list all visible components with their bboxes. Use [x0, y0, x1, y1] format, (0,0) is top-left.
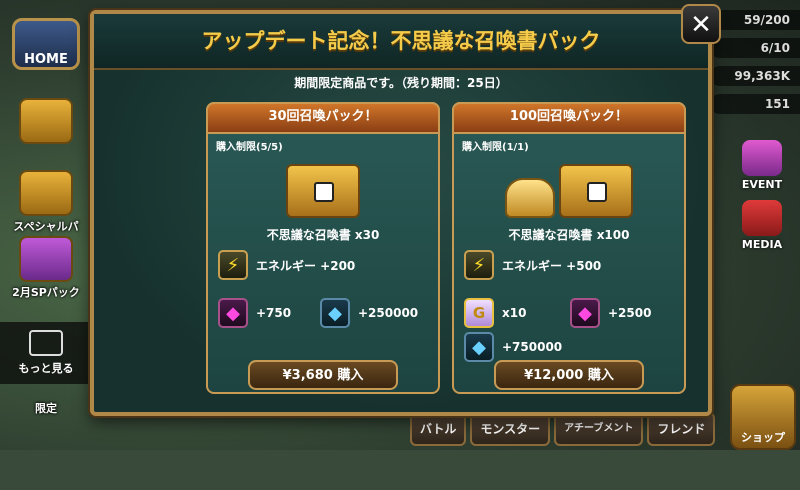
media-label: MEDIA [741, 238, 783, 251]
limited-button[interactable]: 限定 [8, 400, 84, 416]
close-icon: ✕ [690, 10, 712, 40]
achievement-tab[interactable]: アチーブメント [554, 412, 644, 446]
event-button[interactable]: EVENT [732, 140, 792, 191]
energy-reward-row: ⚡ エネルギー +500 [464, 250, 601, 280]
shop-button[interactable]: ショップ [730, 384, 796, 450]
crystal-reward: +2500 [608, 306, 652, 320]
energy-reward: エネルギー +500 [502, 258, 602, 273]
pack-content: 不思議な召喚書 x100 [508, 228, 630, 242]
buy-button-100[interactable]: ¥12,000 購入 [494, 360, 644, 390]
battle-tab[interactable]: バトル [410, 412, 467, 446]
mana-counter: 99,363K [710, 66, 800, 86]
pack-header: 100回召喚パック！ [452, 102, 686, 134]
monster-tab[interactable]: モンスター [470, 412, 551, 446]
home-button[interactable]: HOME [12, 18, 80, 70]
pack-panel-100: 100回召喚パック！ 購入制限(1/1) 不思議な召喚書 x100 ⚡ エネルギ… [452, 102, 686, 394]
scroll-bundle-icon [505, 178, 555, 218]
event-gift-icon [742, 140, 782, 176]
chest-icon [19, 98, 73, 144]
shop-label: ショップ [741, 431, 785, 444]
pack-purchase-modal: アップデート記念！不思議な召喚書パック 期間限定商品です。（残り期間：25日） … [90, 10, 712, 416]
energy-reward: エネルギー +200 [256, 258, 356, 273]
bottom-nav: バトル モンスター アチーブメント フレンド [410, 412, 716, 448]
feb-sp-pack-label: 2月SPパック [12, 286, 80, 299]
right-status-rail: 59/200 6/10 99,363K 151 EVENT MEDIA [705, 0, 800, 450]
close-button[interactable]: ✕ [681, 4, 721, 44]
buy-button-30[interactable]: ¥3,680 購入 [248, 360, 398, 390]
mana-reward: +250000 [358, 306, 419, 320]
lightning-icon: ⚡ [464, 250, 494, 280]
chest-button[interactable] [8, 98, 84, 146]
crystal-icon: ◆ [218, 298, 248, 328]
feb-sp-pack-button[interactable]: 2月SPパック [8, 236, 84, 300]
special-pack-icon [19, 170, 73, 216]
scroll-chest-icon [286, 164, 360, 218]
more-chest-icon [29, 330, 63, 356]
crystal-reward-row: ◆ +750 [218, 298, 291, 328]
pack-content: 不思議な召喚書 x30 [266, 228, 380, 242]
glory-reward: x10 [502, 306, 527, 320]
mana-reward-row: ◆ +750000 [464, 332, 562, 362]
arena-wings-counter: 6/10 [710, 38, 800, 58]
more-label: もっと見る [18, 362, 74, 375]
scroll-chest-icon [559, 164, 633, 218]
glory-point-icon: G [464, 298, 494, 328]
pack-artwork [505, 148, 633, 218]
purchase-limit: 購入制限(5/5) [216, 142, 283, 153]
crystal-reward-row: ◆ +2500 [570, 298, 651, 328]
lightning-icon: ⚡ [218, 250, 248, 280]
limited-label: 限定 [35, 402, 57, 415]
mana-stone-icon: ◆ [464, 332, 494, 362]
crystal-reward: +750 [256, 306, 292, 320]
friend-tab[interactable]: フレンド [647, 412, 716, 446]
home-label: HOME [24, 52, 68, 67]
event-label: EVENT [741, 178, 783, 191]
feb-sp-pack-icon [19, 236, 73, 282]
mana-reward-row: ◆ +250000 [320, 298, 418, 328]
left-menu-rail: HOME スペシャルパック 2月SPパック もっと見る 限定 [0, 0, 92, 450]
modal-title: アップデート記念！不思議な召喚書パック [94, 14, 708, 70]
pack-panel-30: 30回召喚パック！ 購入制限(5/5) 不思議な召喚書 x30 ⚡ エネルギー … [206, 102, 440, 394]
energy-reward-row: ⚡ エネルギー +200 [218, 250, 355, 280]
pack-header: 30回召喚パック！ [206, 102, 440, 134]
glory-reward-row: G x10 [464, 298, 526, 328]
more-button[interactable]: もっと見る [0, 322, 92, 384]
pack-artwork [286, 148, 360, 218]
limited-period-text: 期間限定商品です。（残り期間：25日） [294, 76, 508, 90]
media-tv-icon [742, 200, 782, 236]
crystal-icon: ◆ [570, 298, 600, 328]
energy-counter: 59/200 [710, 10, 800, 30]
mana-stone-icon: ◆ [320, 298, 350, 328]
mana-reward: +750000 [502, 340, 563, 354]
media-button[interactable]: MEDIA [732, 200, 792, 251]
crystal-counter: 151 [710, 94, 800, 114]
